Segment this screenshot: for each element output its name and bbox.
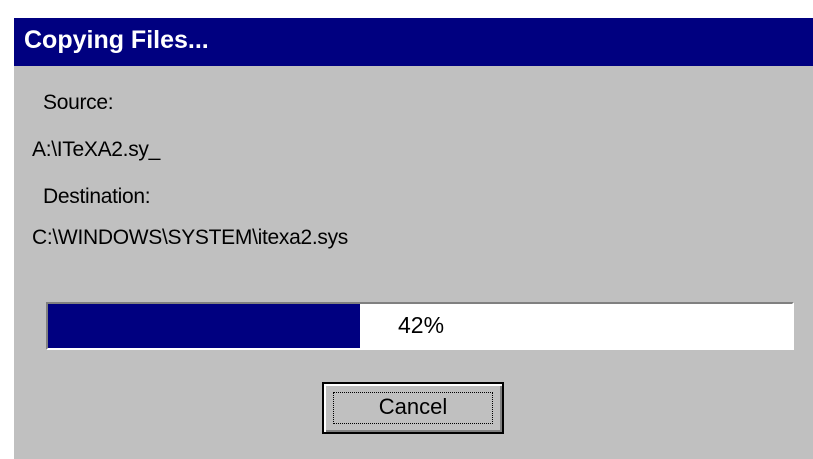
progress-bar-fill	[48, 304, 361, 348]
cancel-button[interactable]: Cancel	[322, 382, 504, 434]
progress-percent-label: 42%	[398, 312, 445, 338]
copying-files-dialog: Copying Files... Source: A:\ITeXA2.sy_ D…	[12, 16, 813, 459]
cancel-button-label: Cancel	[378, 394, 448, 419]
destination-label: Destination:	[43, 185, 151, 208]
destination-path: C:\WINDOWS\SYSTEM\itexa2.sys	[32, 226, 348, 249]
title-bar: Copying Files...	[14, 18, 813, 66]
dialog-title: Copying Files...	[24, 26, 209, 54]
progress-bar: 42%	[46, 302, 794, 350]
source-path: A:\ITeXA2.sy_	[32, 138, 160, 161]
source-label: Source:	[43, 91, 114, 114]
